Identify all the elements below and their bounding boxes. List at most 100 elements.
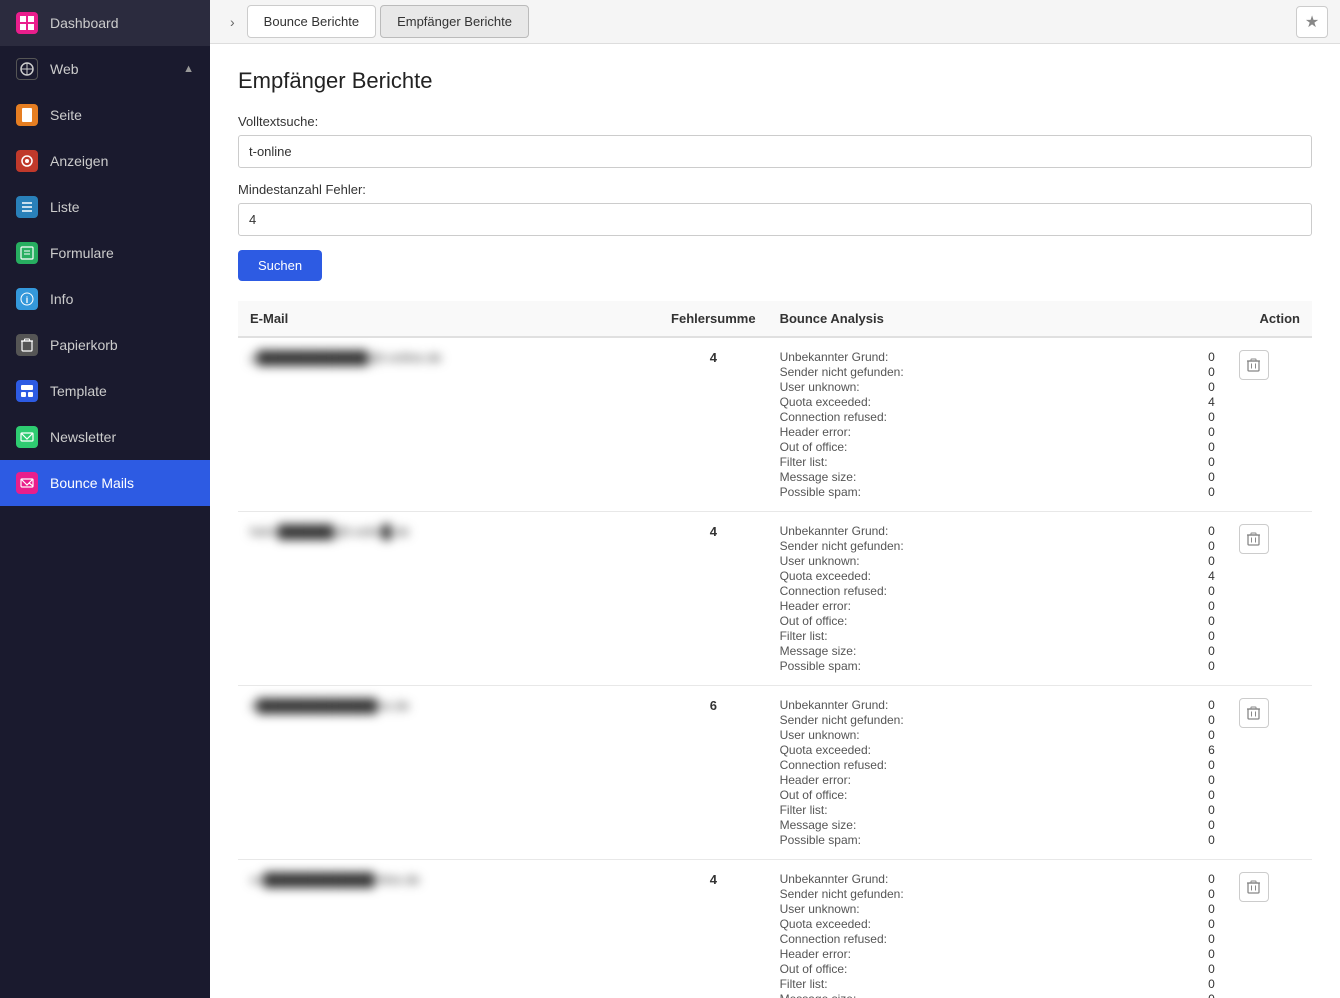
cell-fehlersumme: 6 bbox=[659, 686, 768, 860]
papierkorb-icon bbox=[16, 334, 38, 356]
bounce-label-filter_list: Filter list: bbox=[780, 629, 1201, 643]
table-row: ve████████████nline.de4Unbekannter Grund… bbox=[238, 860, 1312, 998]
bounce-value-filter_list: 0 bbox=[1208, 455, 1215, 469]
email-value: p████████████@t-online.de bbox=[250, 350, 442, 365]
bounce-value-unbekannter_grund: 0 bbox=[1208, 698, 1215, 712]
bounce-label-unbekannter_grund: Unbekannter Grund: bbox=[780, 524, 1201, 538]
delete-button[interactable] bbox=[1239, 350, 1269, 380]
cell-action bbox=[1227, 686, 1312, 860]
bounce-label-connection_refused: Connection refused: bbox=[780, 932, 1201, 946]
bounce-value-filter_list: 0 bbox=[1208, 803, 1215, 817]
sidebar-label-seite: Seite bbox=[50, 107, 82, 123]
bounce-value-message_size: 0 bbox=[1208, 470, 1215, 484]
col-header-action: Action bbox=[1227, 301, 1312, 337]
sidebar-item-info[interactable]: i Info bbox=[0, 276, 210, 322]
sidebar-item-seite[interactable]: Seite bbox=[0, 92, 210, 138]
bounce-label-message_size: Message size: bbox=[780, 644, 1201, 658]
star-button[interactable]: ★ bbox=[1296, 6, 1328, 38]
bounce-label-unbekannter_grund: Unbekannter Grund: bbox=[780, 698, 1201, 712]
sidebar-item-liste[interactable]: Liste bbox=[0, 184, 210, 230]
bounce-label-out_of_office: Out of office: bbox=[780, 614, 1201, 628]
newsletter-icon bbox=[16, 426, 38, 448]
sidebar-item-dashboard[interactable]: Dashboard bbox=[0, 0, 210, 46]
delete-button[interactable] bbox=[1239, 524, 1269, 554]
bounce-label-unbekannter_grund: Unbekannter Grund: bbox=[780, 872, 1201, 886]
cell-action bbox=[1227, 337, 1312, 512]
sidebar-item-bounce-mails[interactable]: Bounce Mails bbox=[0, 460, 210, 506]
bounce-label-user_unknown: User unknown: bbox=[780, 728, 1201, 742]
col-header-bounce: Bounce Analysis bbox=[768, 301, 1227, 337]
search-button[interactable]: Suchen bbox=[238, 250, 322, 281]
bounce-value-filter_list: 0 bbox=[1208, 629, 1215, 643]
bounce-value-user_unknown: 0 bbox=[1208, 728, 1215, 742]
bounce-value-connection_refused: 0 bbox=[1208, 932, 1215, 946]
sidebar-item-template[interactable]: Template bbox=[0, 368, 210, 414]
sidebar-item-newsletter[interactable]: Newsletter bbox=[0, 414, 210, 460]
sidebar-label-newsletter: Newsletter bbox=[50, 429, 116, 445]
info-icon: i bbox=[16, 288, 38, 310]
email-value: helm██████@t-onlin█.de bbox=[250, 524, 409, 539]
bounce-value-quota_exceeded: 4 bbox=[1208, 395, 1215, 409]
table-row: helm██████@t-onlin█.de 4 Unbekannter Grund… bbox=[238, 512, 1312, 686]
delete-button[interactable] bbox=[1239, 698, 1269, 728]
col-header-email: E-Mail bbox=[238, 301, 659, 337]
topbar-chevron[interactable]: › bbox=[222, 10, 243, 34]
sidebar-item-formulare[interactable]: Formulare bbox=[0, 230, 210, 276]
bounce-value-message_size: 0 bbox=[1208, 818, 1215, 832]
sidebar-item-papierkorb[interactable]: Papierkorb bbox=[0, 322, 210, 368]
chevron-up-icon: ▲ bbox=[183, 63, 194, 75]
bounce-value-possible_spam: 0 bbox=[1208, 485, 1215, 499]
bounce-value-header_error: 0 bbox=[1208, 425, 1215, 439]
results-table: E-Mail Fehlersumme Bounce Analysis Actio… bbox=[238, 301, 1312, 998]
bounce-label-connection_refused: Connection refused: bbox=[780, 584, 1201, 598]
tab-bounce-berichte[interactable]: Bounce Berichte bbox=[247, 5, 376, 38]
table-row: p████████████@t-online.de 4Unbekannter Gr… bbox=[238, 337, 1312, 512]
sidebar-label-liste: Liste bbox=[50, 199, 80, 215]
cell-email: p████████████@t-online.de bbox=[238, 337, 659, 512]
sidebar-label-info: Info bbox=[50, 291, 73, 307]
bounce-label-message_size: Message size: bbox=[780, 992, 1201, 998]
search-label: Volltextsuche: bbox=[238, 114, 1312, 129]
bounce-value-unbekannter_grund: 0 bbox=[1208, 872, 1215, 886]
bounce-value-user_unknown: 0 bbox=[1208, 380, 1215, 394]
bounce-label-filter_list: Filter list: bbox=[780, 803, 1201, 817]
bounce-label-sender_nicht_gefunden: Sender nicht gefunden: bbox=[780, 887, 1201, 901]
web-icon bbox=[16, 58, 38, 80]
cell-fehlersumme: 4 bbox=[659, 512, 768, 686]
cell-email: d█████████████ne.de bbox=[238, 686, 659, 860]
svg-text:i: i bbox=[26, 295, 29, 305]
topbar: › Bounce Berichte Empfänger Berichte ★ bbox=[210, 0, 1340, 44]
cell-email: helm██████@t-onlin█.de bbox=[238, 512, 659, 686]
table-header-row: E-Mail Fehlersumme Bounce Analysis Actio… bbox=[238, 301, 1312, 337]
col-header-fehlersumme: Fehlersumme bbox=[659, 301, 768, 337]
min-errors-input[interactable] bbox=[238, 203, 1312, 236]
search-input[interactable] bbox=[238, 135, 1312, 168]
bounce-label-message_size: Message size: bbox=[780, 470, 1201, 484]
bounce-value-sender_nicht_gefunden: 0 bbox=[1208, 887, 1215, 901]
dashboard-icon bbox=[16, 12, 38, 34]
bounce-value-sender_nicht_gefunden: 0 bbox=[1208, 539, 1215, 553]
bounce-label-sender_nicht_gefunden: Sender nicht gefunden: bbox=[780, 713, 1201, 727]
bounce-value-sender_nicht_gefunden: 0 bbox=[1208, 713, 1215, 727]
bounce-label-user_unknown: User unknown: bbox=[780, 902, 1201, 916]
bounce-value-possible_spam: 0 bbox=[1208, 659, 1215, 673]
bounce-label-filter_list: Filter list: bbox=[780, 455, 1201, 469]
bounce-value-quota_exceeded: 4 bbox=[1208, 569, 1215, 583]
bounce-value-out_of_office: 0 bbox=[1208, 614, 1215, 628]
bounce-label-quota_exceeded: Quota exceeded: bbox=[780, 569, 1201, 583]
sidebar-item-anzeigen[interactable]: Anzeigen bbox=[0, 138, 210, 184]
cell-fehlersumme: 4 bbox=[659, 860, 768, 998]
bounce-value-unbekannter_grund: 0 bbox=[1208, 524, 1215, 538]
bounce-value-user_unknown: 0 bbox=[1208, 902, 1215, 916]
cell-bounce-analysis: Unbekannter Grund: 0 Sender nicht gefunden… bbox=[768, 686, 1227, 860]
delete-button[interactable] bbox=[1239, 872, 1269, 902]
min-errors-label: Mindestanzahl Fehler: bbox=[238, 182, 1312, 197]
template-icon bbox=[16, 380, 38, 402]
tab-empfaenger-berichte[interactable]: Empfänger Berichte bbox=[380, 5, 529, 38]
anzeigen-icon bbox=[16, 150, 38, 172]
liste-icon bbox=[16, 196, 38, 218]
seite-icon bbox=[16, 104, 38, 126]
sidebar-item-web[interactable]: Web ▲ bbox=[0, 46, 210, 92]
cell-bounce-analysis: Unbekannter Grund:0Sender nicht gefunden… bbox=[768, 337, 1227, 512]
bounce-value-out_of_office: 0 bbox=[1208, 440, 1215, 454]
